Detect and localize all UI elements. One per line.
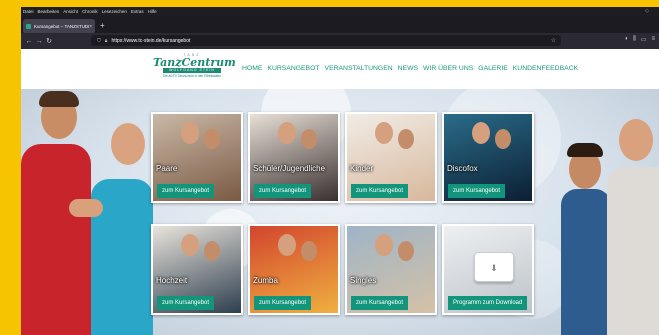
bookmark-star-icon[interactable]: ☆	[551, 37, 556, 44]
course-card-paare[interactable]: Paare zum Kursangebot	[151, 112, 243, 203]
menu-bookmarks[interactable]: Lesezeichen	[102, 9, 127, 14]
menu-file[interactable]: Datei	[23, 9, 34, 14]
course-card-programm-download[interactable]: ⬇ Programm zum Download	[442, 224, 534, 315]
course-card-schueler-jugendliche[interactable]: Schüler/Jugendliche zum Kursangebot	[248, 112, 340, 203]
course-title[interactable]: Kinder	[350, 164, 373, 173]
zum-kursangebot-button[interactable]: zum Kursangebot	[157, 296, 215, 310]
logo-bar-text: WOLFGANG STEIN	[163, 68, 221, 73]
main-navigation: HOME KURSANGEBOT VERANSTALTUNGEN NEWS WI…	[242, 65, 578, 72]
dancer-figure-icon	[375, 234, 393, 256]
shield-icon[interactable]: ⛉	[97, 38, 101, 44]
toolbar-icons: ◖ ⫼ ▭ ≡	[624, 36, 655, 43]
nav-kursangebot[interactable]: KURSANGEBOT	[267, 65, 319, 72]
navigation-bar: ← → ↻ ⛉ 🔒︎ https://www.tc-stein.de/kursa…	[21, 33, 659, 49]
nav-wir-ueber-uns[interactable]: WIR ÜBER UNS	[423, 65, 473, 72]
zum-kursangebot-button[interactable]: zum Kursangebot	[351, 296, 409, 310]
download-program-button[interactable]: Programm zum Download	[448, 296, 528, 310]
lock-icon[interactable]: 🔒︎	[105, 38, 108, 44]
hero-couple-right-image	[561, 89, 659, 335]
dancer-figure-icon	[278, 122, 296, 144]
window-controls-icon[interactable]: ◇	[645, 8, 649, 14]
nav-kundenfeedback[interactable]: KUNDENFEEDBACK	[513, 65, 578, 72]
zum-kursangebot-button[interactable]: zum Kursangebot	[448, 184, 506, 198]
dancer-figure-icon	[181, 234, 199, 256]
pocket-icon[interactable]: ◖	[624, 36, 628, 43]
dancer-figure-icon	[375, 122, 393, 144]
url-bar[interactable]: ⛉ 🔒︎ https://www.tc-stein.de/kursangebot…	[91, 35, 561, 46]
back-icon[interactable]: ←	[24, 38, 34, 45]
course-title[interactable]: Schüler/Jugendliche	[253, 164, 325, 173]
hero-couple-left-image	[21, 89, 156, 335]
menu-icon[interactable]: ≡	[651, 36, 655, 43]
course-card-discofox[interactable]: Discofox zum Kursangebot	[442, 112, 534, 203]
course-card-kinder[interactable]: Kinder zum Kursangebot	[345, 112, 437, 203]
dancer-figure-icon	[472, 122, 490, 144]
course-grid: Paare zum Kursangebot Schüler/Jugendliche z…	[151, 112, 536, 318]
course-title[interactable]: Paare	[156, 164, 177, 173]
nav-galerie[interactable]: GALERIE	[478, 65, 507, 72]
nav-veranstaltungen[interactable]: VERANSTALTUNGEN	[325, 65, 393, 72]
reload-icon[interactable]: ↻	[44, 37, 54, 45]
favicon-icon	[26, 24, 31, 29]
nav-home[interactable]: HOME	[242, 65, 262, 72]
new-tab-button[interactable]: +	[100, 21, 105, 30]
library-icon[interactable]: ⫼	[633, 36, 636, 43]
course-title[interactable]: Singles	[350, 276, 376, 285]
menu-bar: Datei Bearbeiten Ansicht Chronik Lesezei…	[21, 7, 659, 16]
logo-sub-text: Die ADTV-Tanzschule in den Elbestädten	[162, 74, 222, 78]
zum-kursangebot-button[interactable]: zum Kursangebot	[254, 184, 312, 198]
zum-kursangebot-button[interactable]: zum Kursangebot	[157, 184, 215, 198]
nav-news[interactable]: NEWS	[398, 65, 418, 72]
dancer-figure-icon	[278, 234, 296, 256]
browser-window: Datei Bearbeiten Ansicht Chronik Lesezei…	[21, 7, 659, 335]
zum-kursangebot-button[interactable]: zum Kursangebot	[254, 296, 312, 310]
site-logo[interactable]: TANZ TanzCentrum WOLFGANG STEIN Die ADTV…	[153, 53, 236, 83]
dancer-figure-icon	[181, 122, 199, 144]
logo-main-text: TanzCentrum	[153, 56, 236, 69]
menu-view[interactable]: Ansicht	[63, 9, 78, 14]
course-card-singles[interactable]: Singles zum Kursangebot	[345, 224, 437, 315]
site-header: TANZ TanzCentrum WOLFGANG STEIN Die ADTV…	[21, 49, 659, 89]
menu-tools[interactable]: Extras	[131, 9, 144, 14]
course-title[interactable]: Hochzeit	[156, 276, 187, 285]
menu-edit[interactable]: Bearbeiten	[38, 9, 60, 14]
tab-close-icon[interactable]: ×	[89, 24, 92, 30]
download-key-icon: ⬇	[474, 252, 514, 282]
menu-help[interactable]: Hilfe	[148, 9, 157, 14]
zum-kursangebot-button[interactable]: zum Kursangebot	[351, 184, 409, 198]
forward-icon[interactable]: →	[34, 38, 44, 45]
url-text[interactable]: https://www.tc-stein.de/kursangebot	[111, 38, 190, 44]
course-title[interactable]: Discofox	[447, 164, 478, 173]
tab-title: Kursangebot – TANZSTUDIO ELL	[34, 24, 89, 29]
menu-history[interactable]: Chronik	[82, 9, 98, 14]
course-title[interactable]: Zumba	[253, 276, 278, 285]
course-card-zumba[interactable]: Zumba zum Kursangebot	[248, 224, 340, 315]
sidebar-icon[interactable]: ▭	[641, 36, 647, 43]
browser-tab[interactable]: Kursangebot – TANZSTUDIO ELL ×	[23, 19, 95, 34]
hero-area: Paare zum Kursangebot Schüler/Jugendliche z…	[21, 89, 659, 335]
course-card-hochzeit[interactable]: Hochzeit zum Kursangebot	[151, 224, 243, 315]
